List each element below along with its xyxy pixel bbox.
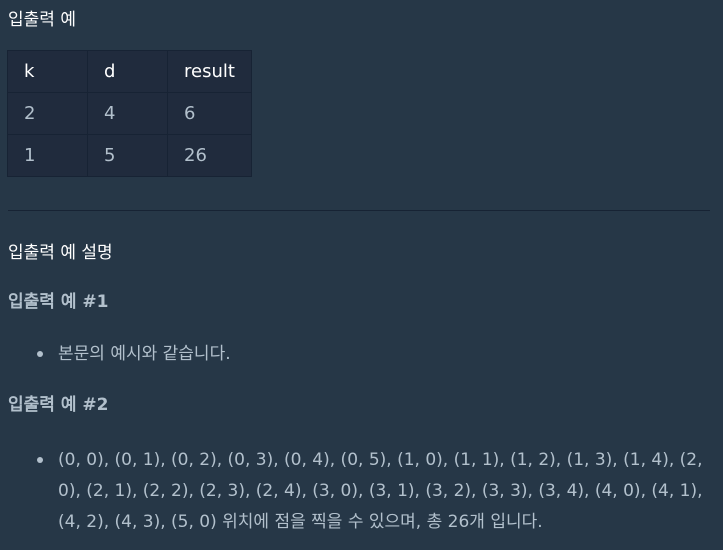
example-2-heading: 입출력 예 #2 [8, 395, 109, 415]
table-cell-result: 26 [167, 134, 252, 177]
table-cell-d: 4 [87, 92, 168, 135]
problem-description: 입출력 예 k d result 2 4 6 1 5 26 입출력 예 설명 입… [0, 0, 723, 550]
bullet-dot-icon [37, 351, 43, 357]
io-examples-table: k d result 2 4 6 1 5 26 [7, 50, 252, 177]
list-item-text: 본문의 예시와 같습니다. [58, 344, 231, 364]
example-1-heading: 입출력 예 #1 [8, 292, 109, 312]
example-2-list: (0, 0), (0, 1), (0, 2), (0, 3), (0, 4), … [36, 445, 723, 538]
bullet-dot-icon [37, 457, 43, 463]
table-cell-result: 6 [167, 92, 252, 135]
table-row: 2 4 6 [7, 92, 252, 135]
column-header-k: k [7, 50, 88, 93]
list-item: 본문의 예시와 같습니다. [37, 339, 723, 370]
list-item: (0, 0), (0, 1), (0, 2), (0, 3), (0, 4), … [37, 445, 723, 538]
io-explanation-heading: 입출력 예 설명 [8, 243, 113, 263]
list-item-text: (0, 0), (0, 1), (0, 2), (0, 3), (0, 4), … [58, 450, 703, 532]
column-header-d: d [87, 50, 168, 93]
column-header-result: result [167, 50, 252, 93]
table-cell-k: 2 [7, 92, 88, 135]
table-cell-k: 1 [7, 134, 88, 177]
section-divider [8, 210, 710, 211]
example-1-list: 본문의 예시와 같습니다. [36, 339, 723, 370]
table-row: 1 5 26 [7, 134, 252, 177]
io-examples-heading: 입출력 예 [8, 10, 76, 30]
table-cell-d: 5 [87, 134, 168, 177]
table-header-row: k d result [7, 50, 252, 93]
